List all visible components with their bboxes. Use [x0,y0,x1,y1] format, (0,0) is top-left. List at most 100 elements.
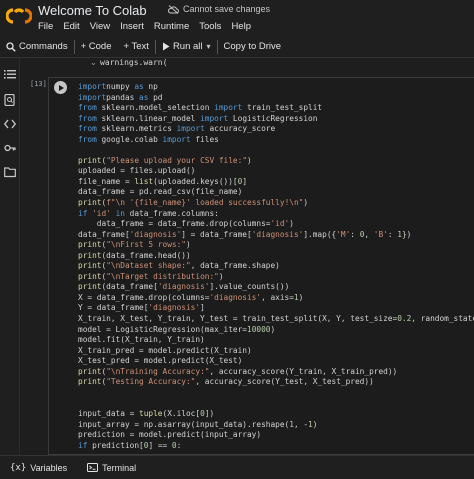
code-line: model = LogisticRegression(max_iter=1000… [78,325,474,336]
code-token: ] = data_frame[ [181,229,252,239]
code-token: data_frame = data_frame.drop(columns= [78,219,271,229]
menu-insert[interactable]: Insert [120,21,144,32]
terminal-label: Terminal [102,462,137,473]
code-token: , [364,229,374,239]
code-token: from [78,134,97,144]
code-token: Y = data_frame[ [78,303,149,313]
code-token: ]) [204,408,215,418]
copy-to-drive-button[interactable]: Copy to Drive [218,36,288,58]
code-cell[interactable]: importnumpy as np importpandas as pd from … [48,77,474,455]
menu-help[interactable]: Help [231,21,251,32]
code-token: 'diagnosis' [251,229,304,239]
code-token: (data_frame.head()) [101,250,191,260]
code-token: prediction[ [87,440,144,450]
code-token: ].value_counts()) [209,282,290,292]
left-sidebar [0,58,20,455]
code-token: input_array = np.asarray(input_data).res… [78,419,290,429]
code-token: , random_state= [411,314,474,324]
code-token: data_frame.columns: [124,208,219,218]
code-line: X = data_frame.drop(columns='diagnosis',… [78,293,474,304]
commands-label: Commands [19,41,68,52]
code-token: in [115,208,125,218]
code-line: print("\nTarget distribution:") [78,272,474,283]
code-token: "\nFirst 5 rows:" [106,240,186,250]
code-token: print [78,240,102,250]
terminal-icon [87,463,99,472]
code-line: print(f"\n '{file_name}' loaded successf… [78,198,474,209]
code-token: ] == [148,440,172,450]
code-editor[interactable]: importnumpy as np importpandas as pd from … [78,82,474,451]
code-line: data_frame = pd.read_csv(file_name) [78,187,474,198]
code-token: ) [270,324,276,334]
code-token: }) [401,229,412,239]
code-line: X_train, X_test, Y_train, Y_test = train… [78,314,474,325]
code-token: as [139,92,149,102]
code-line: prediction = model.predict(input_array) [78,430,474,441]
code-token: input_data = [78,408,140,418]
colab-logo-icon[interactable] [6,6,32,26]
code-line: data_frame = data_frame.drop(columns='id… [78,219,474,230]
code-token: 'diagnosis' [129,229,182,239]
notebook-title[interactable]: Welcome To Colab [38,3,147,18]
code-token: LogisticRegression [228,113,318,123]
run-all-button[interactable]: Run all ▾ [156,36,217,58]
title-bar: Welcome To Colab Cannot save changes Fil… [0,0,474,36]
menu-runtime[interactable]: Runtime [154,21,189,32]
chevron-down-icon[interactable]: ⌄ [90,58,97,67]
code-token: data_frame = pd.read_csv(file_name) [78,187,243,197]
menu-view[interactable]: View [90,21,110,32]
code-token: ) [186,240,191,250]
code-line: print("\nDataset shape:", data_frame.sha… [78,261,474,272]
code-token: ) [247,155,252,165]
menu-file[interactable]: File [38,21,53,32]
commands-button[interactable]: Commands [0,36,74,58]
code-token: print [78,271,102,281]
chevron-down-icon[interactable]: ▾ [207,42,211,51]
cloud-off-icon [168,4,179,14]
code-line: from sklearn.linear_model import Logisti… [78,114,474,125]
code-line: from google.colab import files [78,135,474,146]
code-token: print [78,250,102,260]
previous-cell-output: warnings.warn( [100,58,168,67]
code-token: 'M' [336,229,351,239]
code-token: from [78,113,97,123]
code-token: , accuracy_score(Y_test, X_test_pred)) [195,377,374,387]
terminal-button[interactable]: Terminal [77,463,146,473]
code-token: print [78,377,102,387]
variables-button[interactable]: {x} Variables [0,463,77,473]
code-line: input_array = np.asarray(input_data).res… [78,420,474,431]
run-cell-button[interactable] [54,81,67,94]
code-token: import [78,92,107,102]
code-token: (uploaded.keys())[ [153,176,238,186]
notebook-content[interactable]: ⌄ warnings.warn( [13] importnumpy as np i… [20,58,474,455]
code-token: data_frame[ [78,229,130,239]
code-token: if [78,208,88,218]
code-token: sklearn.model_selection [96,103,215,113]
code-token: import [162,134,191,144]
code-token: 'B' [373,229,388,239]
search-doc-icon[interactable] [4,94,16,106]
key-icon[interactable] [4,142,16,154]
toc-icon[interactable] [4,68,16,80]
code-token: "Testing Accuracy:" [106,377,196,387]
code-icon[interactable] [4,118,16,130]
code-line: X_test_pred = model.predict(X_test) [78,356,474,367]
code-line: input_data = tuple(X.iloc[0]) [78,409,474,420]
code-token: np [143,82,158,91]
code-token: tuple [139,408,163,418]
menu-tools[interactable]: Tools [199,21,221,32]
code-token: ) [218,271,224,281]
add-code-button[interactable]: + Code [75,36,118,58]
code-token: 'diagnosis' [148,303,201,313]
code-line: uploaded = files.upload() [78,166,474,177]
code-token: "\nTarget distribution:" [106,271,219,281]
folder-icon[interactable] [4,166,16,178]
code-token: X_train_pred = model.predict(X_train) [78,345,252,355]
code-token: model = LogisticRegression(max_iter= [78,324,247,334]
code-token: "Please upload your CSV file:" [106,155,248,165]
add-text-button[interactable]: + Text [117,36,154,58]
menu-edit[interactable]: Edit [63,21,79,32]
code-token: , - [293,419,309,429]
code-token: 0.2 [397,314,412,324]
